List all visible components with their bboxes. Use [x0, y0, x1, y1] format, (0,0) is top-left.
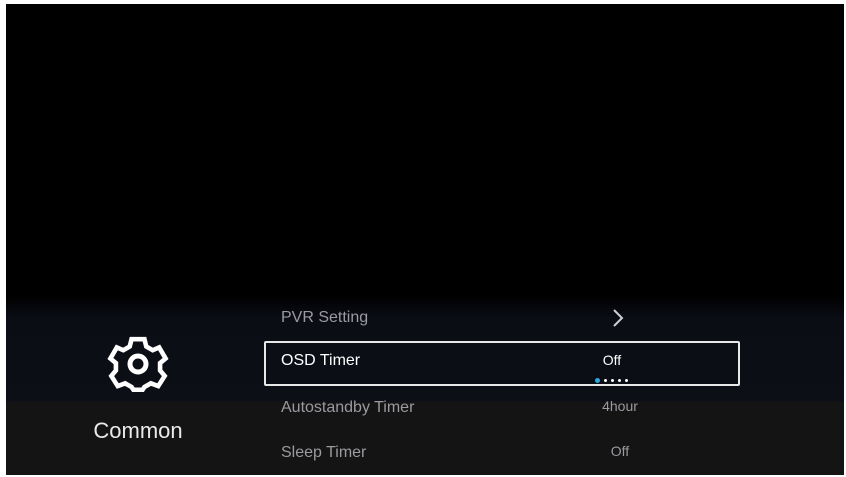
- option-indicator-dots: [595, 372, 632, 384]
- menu-item-osd-timer[interactable]: OSD Timer Off: [264, 341, 740, 386]
- menu-item-sleep-timer[interactable]: Sleep Timer Off: [264, 433, 740, 475]
- menu-item-label: PVR Setting: [281, 309, 369, 326]
- option-dot: [618, 379, 621, 383]
- gear-icon: [107, 336, 169, 393]
- menu-item-label: Sleep Timer: [281, 444, 367, 461]
- menu-item-autostandby-timer[interactable]: Autostandby Timer 4hour: [264, 388, 740, 430]
- option-dot-selected: [595, 378, 600, 384]
- menu-item-label: Autostandby Timer: [281, 399, 415, 416]
- chevron-right-icon: [613, 309, 624, 327]
- option-dot: [625, 379, 628, 383]
- menu-item-value: Off: [602, 352, 622, 368]
- category-icon-container: [68, 332, 208, 396]
- menu-item-value: Off: [610, 443, 630, 459]
- option-dot: [604, 379, 607, 383]
- menu-item-value: 4hour: [602, 398, 638, 414]
- category-label: Common: [93, 418, 183, 443]
- menu-item-pvr-setting[interactable]: PVR Setting: [264, 298, 740, 340]
- menu-item-label: OSD Timer: [281, 352, 361, 369]
- option-dot: [611, 379, 614, 383]
- tv-screen: Common PVR Setting OSD Timer Off Autosta…: [6, 4, 844, 475]
